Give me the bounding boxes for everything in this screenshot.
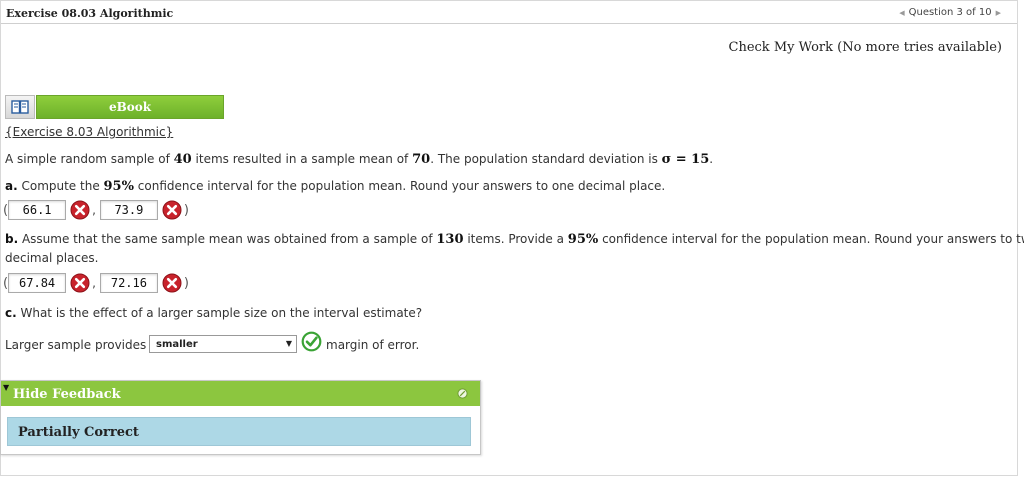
part-b-label: b. [5,232,19,246]
text: Compute the [17,179,104,193]
comma: , [92,276,96,290]
sample-size: 40 [173,152,192,167]
text: What is the effect of a larger sample si… [16,306,423,320]
incorrect-icon [162,200,182,220]
chevron-down-icon: ▼ [285,339,292,348]
part-b-question-cont: decimal places. [5,251,99,265]
check-my-work-link[interactable]: Check My Work (No more tries available) [729,40,1002,55]
sample-size: 130 [436,232,464,247]
confidence-level: 95% [567,232,599,247]
close-paren: ) [183,275,189,291]
part-b-question: b. Assume that the same sample mean was … [5,232,1024,247]
confidence-level: 95% [103,179,134,194]
part-a-upper-input[interactable]: 73.9 [99,200,158,220]
text: Assume that the same sample mean was obt… [18,232,437,246]
exercise-link[interactable]: {Exercise 8.03 Algorithmic} [5,125,173,139]
part-c-label: c. [5,306,17,320]
ebook-button[interactable]: eBook [5,95,224,119]
feedback-status-box: Partially Correct [7,417,471,446]
text: confidence interval for the population m… [598,232,1024,246]
part-c-suffix: margin of error. [326,338,420,352]
text: confidence interval for the population m… [133,179,666,193]
part-a-lower-input[interactable]: 66.1 [8,200,67,220]
part-b-lower-input[interactable]: 67.84 [8,273,67,293]
question-navigator: ◀ Question 3 of 10 ▶ [899,7,1001,18]
pin-icon[interactable] [457,388,468,399]
part-c-select[interactable]: smaller ▼ [149,335,297,353]
part-c-question: c. What is the effect of a larger sample… [5,306,422,320]
book-icon [5,95,35,119]
text: items resulted in a sample mean of [191,152,413,166]
feedback-status: Partially Correct [18,425,139,440]
feedback-header[interactable]: ▼ Hide Feedback [1,381,480,406]
feedback-panel: ▼ Hide Feedback Partially Correct [0,380,481,455]
text: . [709,152,714,166]
prev-question-icon[interactable]: ◀ [899,9,904,17]
text: . The population standard deviation is [430,152,662,166]
part-a-answer-row: ( 66.1 , 73.9 ) [3,200,189,220]
part-c-prefix: Larger sample provides a [5,338,158,352]
exercise-title: Exercise 08.03 Algorithmic [6,7,174,20]
problem-statement: A simple random sample of 40 items resul… [5,152,713,167]
next-question-icon[interactable]: ▶ [996,9,1001,17]
sigma-value: σ = 15 [661,152,710,167]
incorrect-icon [70,200,90,220]
hide-feedback-toggle[interactable]: Hide Feedback [13,387,121,402]
text: items. Provide a [463,232,568,246]
text: A simple random sample of [5,152,174,166]
part-a-question: a. Compute the 95% confidence interval f… [5,179,665,194]
comma: , [92,203,96,217]
ebook-label: eBook [36,95,224,119]
sample-mean: 70 [412,152,431,167]
collapse-triangle-icon: ▼ [3,383,10,392]
incorrect-icon [162,273,182,293]
part-b-answer-row: ( 67.84 , 72.16 ) [3,273,189,293]
question-counter: Question 3 of 10 [908,7,992,18]
part-a-label: a. [5,179,18,193]
incorrect-icon [70,273,90,293]
correct-check-icon [301,331,322,352]
top-bar: Exercise 08.03 Algorithmic ◀ Question 3 … [1,1,1017,24]
part-b-upper-input[interactable]: 72.16 [99,273,158,293]
select-value: smaller [156,338,198,350]
close-paren: ) [183,202,189,218]
